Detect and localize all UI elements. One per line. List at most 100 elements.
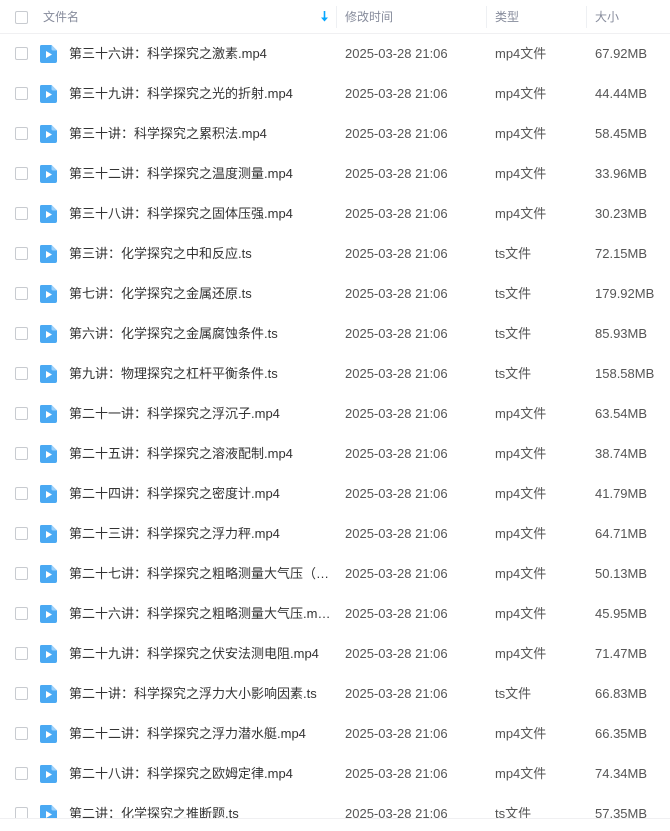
file-size: 67.92MB — [595, 46, 648, 61]
column-divider[interactable] — [336, 6, 337, 28]
file-name[interactable]: 第三十八讲：科学探究之固体压强.mp4 — [69, 194, 331, 234]
file-type: mp4文件 — [495, 86, 547, 101]
file-name[interactable]: 第二十七讲：科学探究之粗略测量大气压（吸... — [69, 554, 331, 594]
file-type: mp4文件 — [495, 166, 547, 181]
video-file-icon — [40, 325, 57, 343]
file-modified-time: 2025-03-28 21:06 — [345, 686, 448, 701]
file-name[interactable]: 第三十讲：科学探究之累积法.mp4 — [69, 114, 331, 154]
file-name[interactable]: 第三十六讲：科学探究之激素.mp4 — [69, 34, 331, 74]
row-checkbox[interactable] — [15, 287, 28, 300]
video-file-icon — [40, 405, 57, 423]
file-row[interactable]: 第三十讲：科学探究之累积法.mp4 2025-03-28 21:06 mp4文件 58… — [0, 114, 670, 154]
row-checkbox[interactable] — [15, 247, 28, 260]
file-row[interactable]: 第二十九讲：科学探究之伏安法测电阻.mp4 2025-03-28 21:06 mp4… — [0, 634, 670, 674]
file-name[interactable]: 第二十讲：科学探究之浮力大小影响因素.ts — [69, 674, 331, 714]
file-name[interactable]: 第三讲：化学探究之中和反应.ts — [69, 234, 331, 274]
file-size: 41.79MB — [595, 486, 648, 501]
file-size: 30.23MB — [595, 206, 648, 221]
row-checkbox[interactable] — [15, 127, 28, 140]
file-type: ts文件 — [495, 686, 532, 701]
file-name[interactable]: 第七讲：化学探究之金属还原.ts — [69, 274, 331, 314]
column-header-name[interactable]: 文件名 — [43, 0, 305, 34]
row-checkbox[interactable] — [15, 167, 28, 180]
file-row[interactable]: 第三十六讲：科学探究之激素.mp4 2025-03-28 21:06 mp4文件 67… — [0, 34, 670, 74]
file-row[interactable]: 第三讲：化学探究之中和反应.ts 2025-03-28 21:06 ts文件 72.1… — [0, 234, 670, 274]
file-row[interactable]: 第六讲：化学探究之金属腐蚀条件.ts 2025-03-28 21:06 ts文件 85… — [0, 314, 670, 354]
row-checkbox[interactable] — [15, 527, 28, 540]
column-divider[interactable] — [486, 6, 487, 28]
file-modified-time: 2025-03-28 21:06 — [345, 326, 448, 341]
file-name[interactable]: 第二十九讲：科学探究之伏安法测电阻.mp4 — [69, 634, 331, 674]
row-checkbox[interactable] — [15, 447, 28, 460]
file-modified-time: 2025-03-28 21:06 — [345, 406, 448, 421]
file-name[interactable]: 第二十五讲：科学探究之溶液配制.mp4 — [69, 434, 331, 474]
file-type: mp4文件 — [495, 766, 547, 781]
select-all-checkbox[interactable] — [15, 11, 28, 24]
row-checkbox[interactable] — [15, 367, 28, 380]
file-modified-time: 2025-03-28 21:06 — [345, 726, 448, 741]
column-divider[interactable] — [586, 6, 587, 28]
file-size: 85.93MB — [595, 326, 648, 341]
video-file-icon — [40, 45, 57, 63]
file-list: 文件名 修改时间 类型 大小 第三十六讲：科学探究之激素.mp4 2025-03-… — [0, 0, 670, 831]
row-checkbox[interactable] — [15, 327, 28, 340]
row-checkbox[interactable] — [15, 87, 28, 100]
row-checkbox[interactable] — [15, 567, 28, 580]
file-row[interactable]: 第七讲：化学探究之金属还原.ts 2025-03-28 21:06 ts文件 179.… — [0, 274, 670, 314]
file-type: mp4文件 — [495, 126, 547, 141]
row-checkbox[interactable] — [15, 47, 28, 60]
sort-arrow-down-icon[interactable] — [320, 10, 329, 23]
file-type: mp4文件 — [495, 566, 547, 581]
file-name[interactable]: 第三十二讲：科学探究之温度测量.mp4 — [69, 154, 331, 194]
file-row[interactable]: 第二十一讲：科学探究之浮沉子.mp4 2025-03-28 21:06 mp4文件 6… — [0, 394, 670, 434]
file-name[interactable]: 第二十一讲：科学探究之浮沉子.mp4 — [69, 394, 331, 434]
file-row[interactable]: 第二十四讲：科学探究之密度计.mp4 2025-03-28 21:06 mp4文件 4… — [0, 474, 670, 514]
row-checkbox[interactable] — [15, 487, 28, 500]
file-name[interactable]: 第九讲：物理探究之杠杆平衡条件.ts — [69, 354, 331, 394]
row-checkbox[interactable] — [15, 767, 28, 780]
column-header-type[interactable]: 类型 — [495, 0, 585, 34]
file-row[interactable]: 第二十六讲：科学探究之粗略测量大气压.mp4 2025-03-28 21:06 mp… — [0, 594, 670, 634]
column-header-size[interactable]: 大小 — [595, 0, 670, 34]
file-size: 71.47MB — [595, 646, 648, 661]
file-size: 158.58MB — [595, 366, 655, 381]
file-name[interactable]: 第二十八讲：科学探究之欧姆定律.mp4 — [69, 754, 331, 794]
row-checkbox[interactable] — [15, 647, 28, 660]
file-size: 44.44MB — [595, 86, 648, 101]
file-name[interactable]: 第二十六讲：科学探究之粗略测量大气压.mp4 — [69, 594, 331, 634]
file-row[interactable]: 第三十二讲：科学探究之温度测量.mp4 2025-03-28 21:06 mp4文件… — [0, 154, 670, 194]
file-modified-time: 2025-03-28 21:06 — [345, 766, 448, 781]
file-row[interactable]: 第二十讲：科学探究之浮力大小影响因素.ts 2025-03-28 21:06 ts文… — [0, 674, 670, 714]
file-modified-time: 2025-03-28 21:06 — [345, 486, 448, 501]
file-size: 74.34MB — [595, 766, 648, 781]
file-modified-time: 2025-03-28 21:06 — [345, 366, 448, 381]
file-row[interactable]: 第二十二讲：科学探究之浮力潜水艇.mp4 2025-03-28 21:06 mp4文… — [0, 714, 670, 754]
file-size: 45.95MB — [595, 606, 648, 621]
file-size: 179.92MB — [595, 286, 655, 301]
file-row[interactable]: 第二十七讲：科学探究之粗略测量大气压（吸... 2025-03-28 21:06 m… — [0, 554, 670, 594]
row-checkbox[interactable] — [15, 407, 28, 420]
row-checkbox[interactable] — [15, 207, 28, 220]
file-modified-time: 2025-03-28 21:06 — [345, 526, 448, 541]
file-row[interactable]: 第三十九讲：科学探究之光的折射.mp4 2025-03-28 21:06 mp4文件… — [0, 74, 670, 114]
file-name[interactable]: 第六讲：化学探究之金属腐蚀条件.ts — [69, 314, 331, 354]
row-checkbox[interactable] — [15, 687, 28, 700]
row-checkbox[interactable] — [15, 727, 28, 740]
file-type: mp4文件 — [495, 486, 547, 501]
file-name[interactable]: 第二十三讲：科学探究之浮力秤.mp4 — [69, 514, 331, 554]
file-row[interactable]: 第二十八讲：科学探究之欧姆定律.mp4 2025-03-28 21:06 mp4文件… — [0, 754, 670, 794]
file-row[interactable]: 第九讲：物理探究之杠杆平衡条件.ts 2025-03-28 21:06 ts文件 15… — [0, 354, 670, 394]
file-name[interactable]: 第三十九讲：科学探究之光的折射.mp4 — [69, 74, 331, 114]
file-modified-time: 2025-03-28 21:06 — [345, 166, 448, 181]
file-name[interactable]: 第二十四讲：科学探究之密度计.mp4 — [69, 474, 331, 514]
video-file-icon — [40, 365, 57, 383]
file-row[interactable]: 第三十八讲：科学探究之固体压强.mp4 2025-03-28 21:06 mp4文件… — [0, 194, 670, 234]
video-file-icon — [40, 685, 57, 703]
column-header-modified-time[interactable]: 修改时间 — [345, 0, 485, 34]
video-file-icon — [40, 605, 57, 623]
file-row[interactable]: 第二十三讲：科学探究之浮力秤.mp4 2025-03-28 21:06 mp4文件 6… — [0, 514, 670, 554]
row-checkbox[interactable] — [15, 607, 28, 620]
file-row[interactable]: 第二十五讲：科学探究之溶液配制.mp4 2025-03-28 21:06 mp4文件… — [0, 434, 670, 474]
file-modified-time: 2025-03-28 21:06 — [345, 206, 448, 221]
file-name[interactable]: 第二十二讲：科学探究之浮力潜水艇.mp4 — [69, 714, 331, 754]
